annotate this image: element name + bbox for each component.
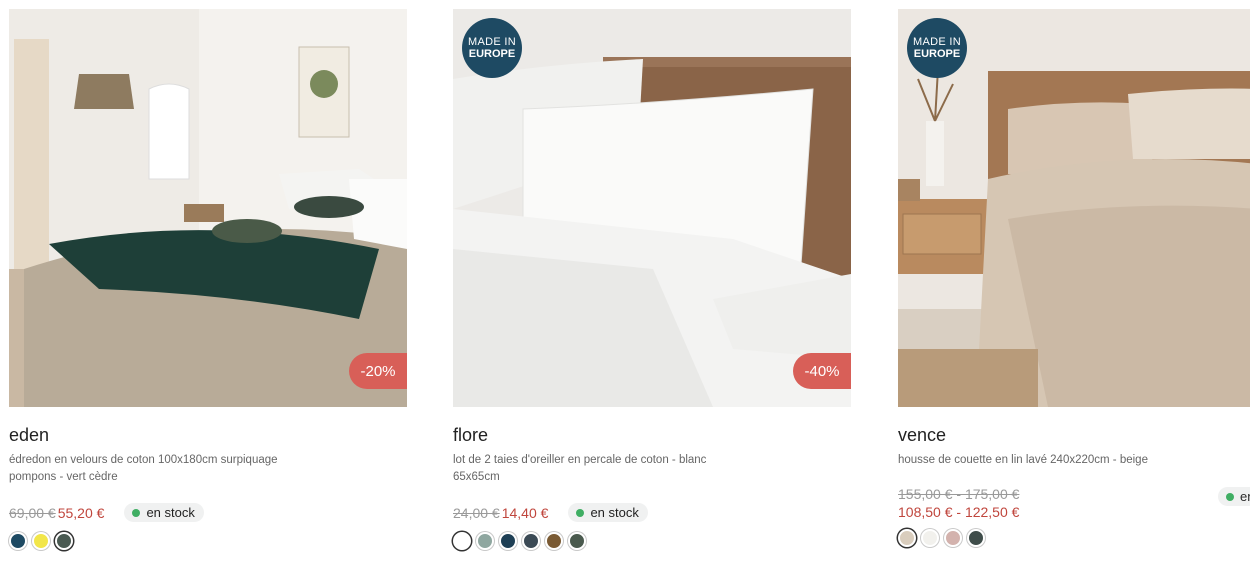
color-swatches <box>9 532 78 550</box>
color-swatch-selected[interactable] <box>898 529 916 547</box>
badge-line2: EUROPE <box>913 48 961 60</box>
color-swatch[interactable] <box>568 532 586 550</box>
color-swatches <box>898 529 990 547</box>
product-image-flore[interactable]: MADE IN EUROPE -40% <box>453 9 851 407</box>
price-row: 69,00 € 55,20 € en stock <box>9 503 204 522</box>
made-in-europe-badge: MADE IN EUROPE <box>907 18 967 78</box>
product-card-vence[interactable]: MADE IN EUROPE vence housse de couette e… <box>898 9 1250 547</box>
stock-label: en <box>1240 489 1250 504</box>
product-description[interactable]: housse de couette en lin lavé 240x220cm … <box>898 452 1198 469</box>
color-swatch[interactable] <box>967 529 985 547</box>
product-name[interactable]: flore <box>453 425 488 446</box>
product-name[interactable]: eden <box>9 425 49 446</box>
stock-badge: en stock <box>124 503 204 522</box>
product-image-vence[interactable]: MADE IN EUROPE <box>898 9 1250 407</box>
color-swatch[interactable] <box>476 532 494 550</box>
color-swatches <box>453 532 591 550</box>
product-name[interactable]: vence <box>898 425 946 446</box>
product-card-flore[interactable]: MADE IN EUROPE -40% flore lot de 2 taies… <box>453 9 851 550</box>
color-swatch-selected[interactable] <box>55 532 73 550</box>
product-card-eden[interactable]: -20% eden édredon en velours de coton 10… <box>9 9 407 550</box>
color-swatch[interactable] <box>522 532 540 550</box>
old-price: 69,00 € <box>9 504 56 521</box>
color-swatch[interactable] <box>944 529 962 547</box>
bedroom-photo <box>9 9 407 407</box>
price-range: 155,00 € - 175,00 € 108,50 € - 122,50 € <box>898 486 1021 520</box>
stock-badge: en stock <box>568 503 648 522</box>
product-description[interactable]: édredon en velours de coton 100x180cm su… <box>9 452 309 486</box>
stock-label: en stock <box>146 505 195 520</box>
discount-badge: -20% <box>349 353 407 389</box>
color-swatch[interactable] <box>9 532 27 550</box>
in-stock-dot-icon <box>576 508 585 517</box>
color-swatch[interactable] <box>32 532 50 550</box>
color-swatch[interactable] <box>499 532 517 550</box>
badge-line1: MADE IN <box>913 36 961 48</box>
sale-price-range: 108,50 € - 122,50 € <box>898 504 1020 520</box>
old-price: 24,00 € <box>453 504 500 521</box>
discount-badge: -40% <box>793 353 851 389</box>
stock-badge-cut-off: en <box>1218 487 1250 506</box>
product-description[interactable]: lot de 2 taies d'oreiller en percale de … <box>453 452 753 486</box>
badge-line2: EUROPE <box>468 48 516 60</box>
price-row: 24,00 € 14,40 € en stock <box>453 503 648 522</box>
sale-price: 14,40 € <box>501 504 549 521</box>
in-stock-dot-icon <box>1226 492 1234 501</box>
product-image-eden[interactable]: -20% <box>9 9 407 407</box>
color-swatch[interactable] <box>921 529 939 547</box>
stock-label: en stock <box>590 505 639 520</box>
color-swatch-selected[interactable] <box>453 532 471 550</box>
made-in-europe-badge: MADE IN EUROPE <box>462 18 522 78</box>
badge-line1: MADE IN <box>468 36 516 48</box>
sale-price: 55,20 € <box>57 504 105 521</box>
old-price-range: 155,00 € - 175,00 € <box>898 486 1020 502</box>
in-stock-dot-icon <box>132 508 141 517</box>
color-swatch[interactable] <box>545 532 563 550</box>
